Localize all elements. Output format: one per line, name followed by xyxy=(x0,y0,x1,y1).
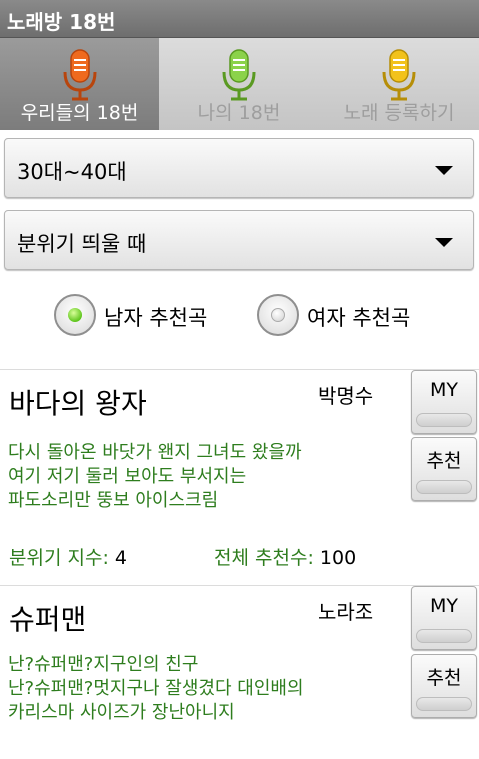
recommend-button[interactable]: 추천 xyxy=(411,654,477,718)
female-radio[interactable]: 여자 추천곡 xyxy=(257,294,437,338)
male-radio[interactable]: 남자 추천곡 xyxy=(54,294,234,338)
my-button-label: MY xyxy=(430,595,458,617)
title-bar: 노래방 18번 xyxy=(0,0,479,38)
total-recommend: 전체 추천수: 100 xyxy=(214,543,356,570)
lyrics-line: 파도소리만 뚱보 아이스크림 xyxy=(8,490,219,511)
radio-button-icon xyxy=(54,294,96,336)
total-recommend-value: 100 xyxy=(319,547,357,569)
recommend-button[interactable]: 추천 xyxy=(411,437,477,501)
lyrics-line: 난?슈퍼맨?멋지구나 잘생겼다 대인배의 xyxy=(8,678,304,699)
total-recommend-label: 전체 추천수: xyxy=(214,547,314,569)
song-artist: 노라조 xyxy=(318,600,374,624)
mood-score: 분위기 지수: 4 xyxy=(9,543,127,570)
mood-spinner[interactable]: 분위기 띄울 때 xyxy=(4,210,474,270)
lyrics-line: 여기 저기 둘러 보아도 부서지는 xyxy=(8,466,247,487)
song-list-item[interactable]: 바다의 왕자 박명수 MY 추천 다시 돌아온 바닷가 왠지 그녀도 왔을까 여… xyxy=(0,370,479,584)
microphone-green-icon xyxy=(222,49,256,101)
song-title: 바다의 왕자 xyxy=(9,387,147,420)
song-lyrics: 난?슈퍼맨?지구인의 친구 난?슈퍼맨?멋지구나 잘생겼다 대인배의 카리스마 … xyxy=(8,653,304,725)
lyrics-line: 다시 돌아온 바닷가 왠지 그녀도 왔을까 xyxy=(8,442,302,463)
button-indicator xyxy=(416,629,472,643)
button-indicator xyxy=(416,697,472,711)
microphone-orange-icon xyxy=(63,49,96,101)
tab-label: 노래 등록하기 xyxy=(343,102,455,124)
age-group-spinner[interactable]: 30대~40대 xyxy=(4,138,474,198)
male-radio-label: 남자 추천곡 xyxy=(104,306,208,330)
lyrics-line: 카리스마 사이즈가 장난아니지 xyxy=(8,702,235,723)
radio-button-icon xyxy=(257,294,299,336)
my-button[interactable]: MY xyxy=(411,586,477,650)
recommend-button-label: 추천 xyxy=(426,667,462,689)
song-lyrics: 다시 돌아온 바닷가 왠지 그녀도 왔을까 여기 저기 둘러 보아도 부서지는 … xyxy=(8,441,302,513)
mood-value: 분위기 띄울 때 xyxy=(17,232,147,256)
recommend-button-label: 추천 xyxy=(426,450,462,472)
dropdown-arrow-icon xyxy=(435,238,453,247)
age-group-value: 30대~40대 xyxy=(17,160,127,184)
mood-score-value: 4 xyxy=(114,547,127,569)
tab-my-favorites[interactable]: 나의 18번 xyxy=(159,38,319,130)
song-list-item[interactable]: 슈퍼맨 노라조 MY 추천 난?슈퍼맨?지구인의 친구 난?슈퍼맨?멋지구나 잘… xyxy=(0,586,479,759)
tab-register-song[interactable]: 노래 등록하기 xyxy=(319,38,479,130)
my-button-label: MY xyxy=(430,379,458,401)
app-title: 노래방 18번 xyxy=(7,10,116,34)
lyrics-line: 난?슈퍼맨?지구인의 친구 xyxy=(8,654,199,675)
tab-bar: 우리들의 18번 나의 18번 노래 등록하기 xyxy=(0,38,479,130)
tab-label: 우리들의 18번 xyxy=(20,102,139,124)
song-title: 슈퍼맨 xyxy=(9,603,87,636)
dropdown-arrow-icon xyxy=(435,166,453,175)
tab-label: 나의 18번 xyxy=(197,102,281,124)
button-indicator xyxy=(416,413,472,427)
female-radio-label: 여자 추천곡 xyxy=(307,306,411,330)
mood-score-label: 분위기 지수: xyxy=(9,547,109,569)
tab-our-favorites[interactable]: 우리들의 18번 xyxy=(0,38,159,130)
button-indicator xyxy=(416,480,472,494)
song-artist: 박명수 xyxy=(318,384,374,408)
gender-radio-group: 남자 추천곡 여자 추천곡 xyxy=(0,290,479,340)
microphone-yellow-icon xyxy=(382,49,416,101)
my-button[interactable]: MY xyxy=(411,370,477,434)
